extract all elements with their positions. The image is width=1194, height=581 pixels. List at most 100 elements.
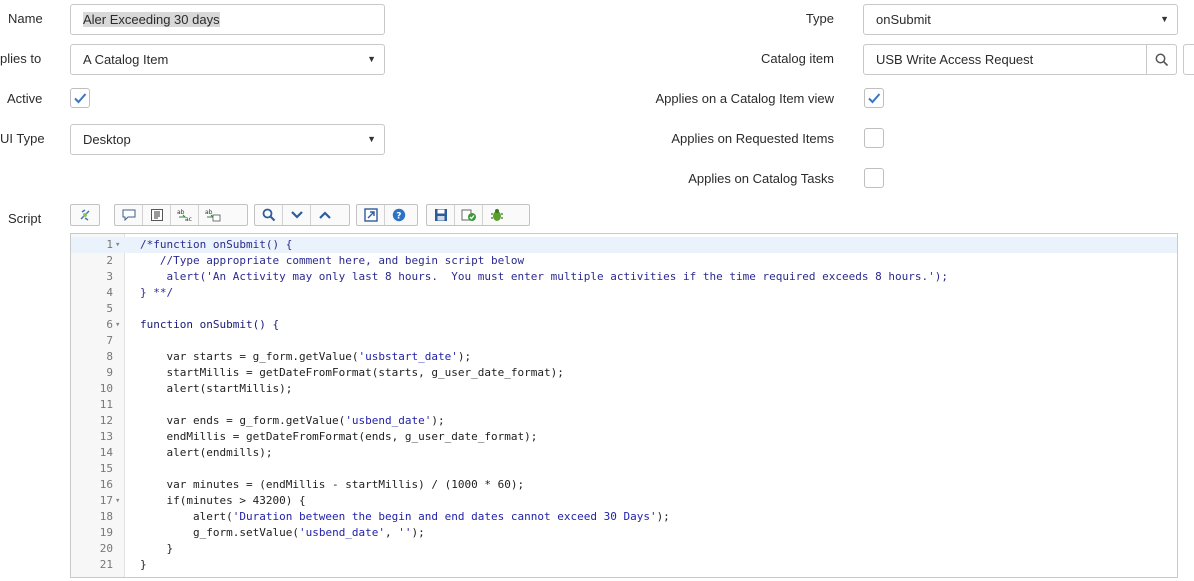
line-number: 5 <box>106 302 113 315</box>
script-editor[interactable]: 1 ▾/*function onSubmit() {2 //Type approp… <box>70 233 1178 578</box>
toolbar-group-actions <box>426 204 530 226</box>
comment-icon <box>122 209 135 221</box>
search-icon <box>262 208 275 222</box>
line-number: 9 <box>106 366 113 379</box>
help-icon: ? <box>392 208 406 222</box>
toolbar-group-view: ? <box>356 204 418 226</box>
applies-to-select[interactable]: A Catalog Item ▼ <box>70 44 385 75</box>
line-number: 3 <box>106 270 113 283</box>
format-code-button[interactable] <box>71 205 99 225</box>
format-code-icon <box>80 209 90 221</box>
code-line: 10 alert(startMillis); <box>71 381 1177 397</box>
replace-icon: abac <box>177 209 192 222</box>
code-line: 9 startMillis = getDateFromFormat(starts… <box>71 365 1177 381</box>
reference-info-button[interactable] <box>1183 44 1194 75</box>
code-text: alert(startMillis); <box>140 382 293 395</box>
line-number: 21 <box>99 558 113 571</box>
svg-text:ac: ac <box>185 216 192 222</box>
applies-catalog-tasks-checkbox[interactable] <box>864 168 884 188</box>
code-line: 3 alert('An Activity may only last 8 hou… <box>71 269 1177 285</box>
comment-block-button[interactable] <box>143 205 171 225</box>
catalog-item-value: USB Write Access Request <box>876 52 1034 67</box>
line-number: 8 <box>106 350 113 363</box>
applies-catalog-item-view-label: Applies on a Catalog Item view <box>655 91 834 106</box>
search-button[interactable] <box>255 205 283 225</box>
replace-button[interactable]: ab ac <box>171 205 199 225</box>
line-number: 13 <box>99 430 113 443</box>
applies-requested-items-checkbox[interactable] <box>864 128 884 148</box>
comment-button[interactable] <box>115 205 143 225</box>
code-line: 14 alert(endmills); <box>71 445 1177 461</box>
fold-down-button[interactable] <box>283 205 311 225</box>
code-text: var ends = g_form.getValue('usbend_date'… <box>140 414 445 427</box>
fold-arrow-icon[interactable]: ▾ <box>115 237 120 253</box>
applies-requested-items-label: Applies on Requested Items <box>671 131 834 146</box>
line-number: 6 <box>106 318 113 331</box>
save-button[interactable] <box>427 205 455 225</box>
dropdown-arrow-icon: ▼ <box>367 134 376 144</box>
help-button[interactable]: ? <box>385 205 413 225</box>
line-number: 18 <box>99 510 113 523</box>
script-label: Script <box>8 211 42 226</box>
applies-to-value: A Catalog Item <box>83 52 169 67</box>
code-text: startMillis = getDateFromFormat(starts, … <box>140 366 564 379</box>
line-number: 16 <box>99 478 113 491</box>
fold-up-button[interactable] <box>311 205 339 225</box>
validate-icon <box>461 209 476 221</box>
catalog-item-label: Catalog item <box>761 51 834 66</box>
code-line: 18 alert('Duration between the begin and… <box>71 509 1177 525</box>
dropdown-arrow-icon: ▼ <box>367 54 376 64</box>
active-label: Active <box>7 91 43 106</box>
code-text: alert('Duration between the begin and en… <box>140 510 670 523</box>
code-text: endMillis = getDateFromFormat(ends, g_us… <box>140 430 538 443</box>
applies-catalog-item-view-checkbox[interactable] <box>864 88 884 108</box>
code-text: if(minutes > 43200) { <box>140 494 306 507</box>
catalog-item-lookup-button[interactable] <box>1146 44 1177 75</box>
fold-arrow-icon[interactable]: ▾ <box>115 317 120 333</box>
save-icon <box>434 209 447 221</box>
code-text: alert('An Activity may only last 8 hours… <box>140 270 948 283</box>
code-line: 19 g_form.setValue('usbend_date', ''); <box>71 525 1177 541</box>
debug-icon <box>491 209 503 221</box>
code-text: } **/ <box>140 286 174 299</box>
toolbar-group-format <box>70 204 100 226</box>
code-line: 21} <box>71 557 1177 573</box>
line-number: 15 <box>99 462 113 475</box>
code-text: } <box>140 542 174 555</box>
ui-type-label: UI Type <box>0 131 45 146</box>
code-text: //Type appropriate comment here, and beg… <box>140 254 525 267</box>
line-number: 7 <box>106 334 113 347</box>
fullscreen-button[interactable] <box>357 205 385 225</box>
code-text: /*function onSubmit() { <box>140 238 293 251</box>
applies-catalog-tasks-label: Applies on Catalog Tasks <box>688 171 834 186</box>
active-checkbox[interactable] <box>70 88 90 108</box>
debug-button[interactable] <box>483 205 511 225</box>
name-value: Aler Exceeding 30 days <box>83 12 220 27</box>
validate-button[interactable] <box>455 205 483 225</box>
code-line: 15 <box>71 461 1177 477</box>
ui-type-select[interactable]: Desktop ▼ <box>70 124 385 155</box>
line-number: 1 <box>106 238 113 251</box>
line-number: 17 <box>99 494 113 507</box>
dropdown-arrow-icon: ▼ <box>1160 14 1169 24</box>
applies-to-label: plies to <box>0 51 42 66</box>
code-text: function onSubmit() { <box>140 318 280 331</box>
line-number: 4 <box>106 286 113 299</box>
code-line: 17 ▾ if(minutes > 43200) { <box>71 493 1177 509</box>
catalog-item-field[interactable]: USB Write Access Request <box>863 44 1147 75</box>
line-number: 14 <box>99 446 113 459</box>
code-text: var starts = g_form.getValue('usbstart_d… <box>140 350 472 363</box>
replace-all-icon: ab <box>205 209 221 222</box>
name-field[interactable]: Aler Exceeding 30 days <box>70 4 385 35</box>
replace-all-button[interactable]: ab <box>199 205 227 225</box>
code-line: 8 var starts = g_form.getValue('usbstart… <box>71 349 1177 365</box>
fold-arrow-icon[interactable]: ▾ <box>115 493 120 509</box>
line-number: 11 <box>99 398 113 411</box>
ui-type-value: Desktop <box>83 132 131 147</box>
code-line: 13 endMillis = getDateFromFormat(ends, g… <box>71 429 1177 445</box>
checkmark-icon <box>868 93 881 104</box>
type-select[interactable]: onSubmit ▼ <box>863 4 1178 35</box>
line-number: 19 <box>99 526 113 539</box>
code-text: } <box>140 558 147 571</box>
code-line: 6 ▾ function onSubmit() { <box>71 317 1177 333</box>
